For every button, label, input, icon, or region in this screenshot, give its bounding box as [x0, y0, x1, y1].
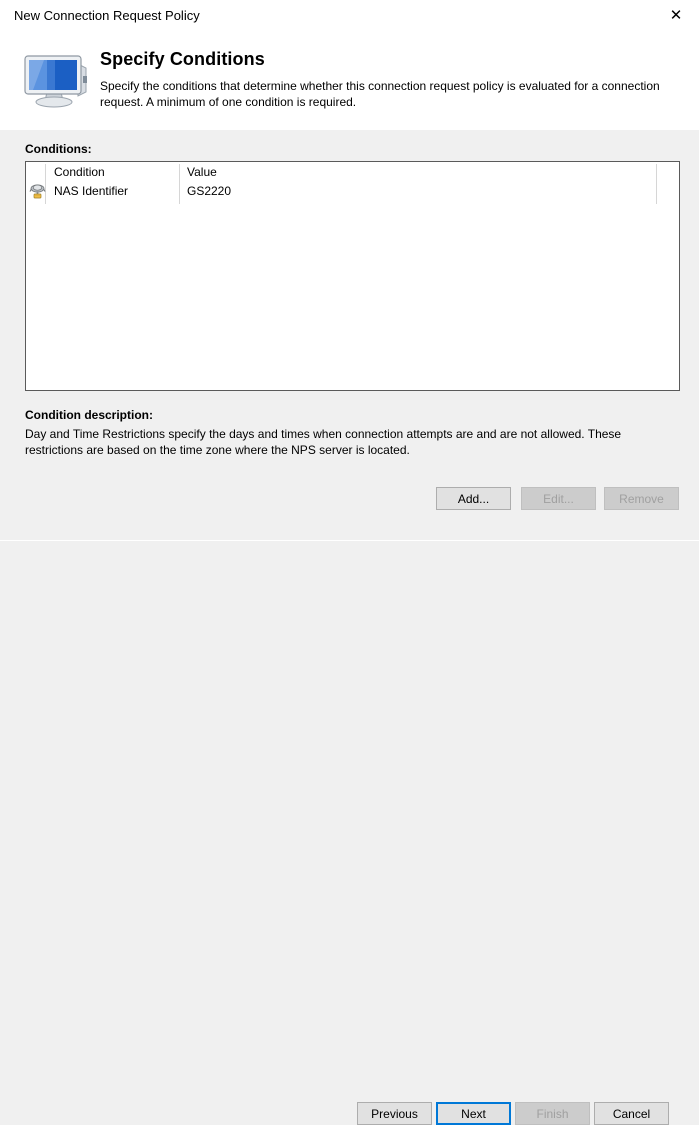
column-header-value[interactable]: Value [187, 165, 217, 179]
dialog-header: Specify Conditions Specify the condition… [0, 32, 699, 130]
listview-header-row: Condition Value [26, 162, 679, 204]
next-button[interactable]: Next [436, 1102, 511, 1125]
conditions-listview[interactable]: Condition Value NAS Identifier GS2220 [25, 161, 680, 391]
page-description: Specify the conditions that determine wh… [100, 79, 660, 109]
finish-button: Finish [515, 1102, 590, 1125]
page-title: Specify Conditions [100, 49, 265, 69]
column-header-condition[interactable]: Condition [54, 165, 105, 179]
add-button[interactable]: Add... [436, 487, 511, 510]
listview-rows: NAS Identifier GS2220 [26, 182, 679, 203]
cell-value: GS2220 [187, 184, 232, 198]
cancel-button[interactable]: Cancel [594, 1102, 669, 1125]
nas-identifier-icon [29, 184, 46, 199]
window-title: New Connection Request Policy [14, 8, 200, 23]
table-row[interactable]: NAS Identifier GS2220 [26, 182, 679, 203]
cell-condition: NAS Identifier [54, 184, 129, 198]
remove-button: Remove [604, 487, 679, 510]
condition-description-text: Day and Time Restrictions specify the da… [25, 427, 622, 457]
dialog-body: Conditions: Condition Value NAS Identifi… [0, 130, 699, 540]
condition-description-label: Condition description: [25, 408, 153, 422]
computer-monitor-icon [24, 55, 87, 108]
dialog-footer: Previous Next Finish Cancel [0, 541, 699, 1125]
close-button[interactable]: ✕ [653, 0, 699, 30]
edit-button: Edit... [521, 487, 596, 510]
conditions-label: Conditions: [25, 142, 92, 156]
previous-button[interactable]: Previous [357, 1102, 432, 1125]
title-bar: New Connection Request Policy ✕ [0, 0, 699, 32]
close-icon: ✕ [669, 6, 683, 24]
